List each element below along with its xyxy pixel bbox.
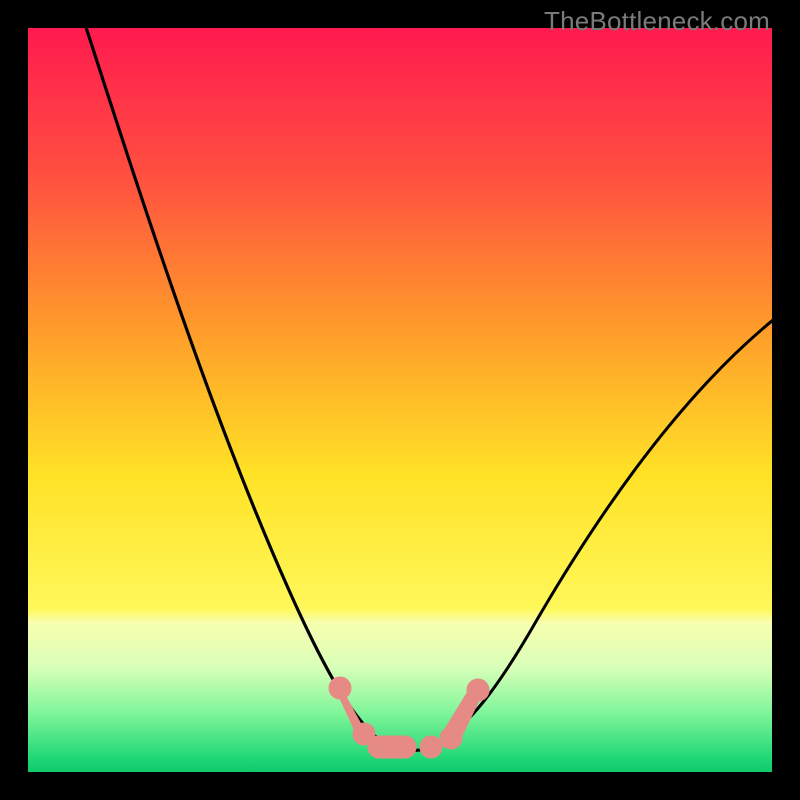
- marker-group: [329, 677, 489, 758]
- watermark-text: TheBottleneck.com: [544, 6, 770, 37]
- chart-curves: [28, 28, 772, 772]
- curve-left: [83, 28, 388, 746]
- chart-frame: [28, 28, 772, 772]
